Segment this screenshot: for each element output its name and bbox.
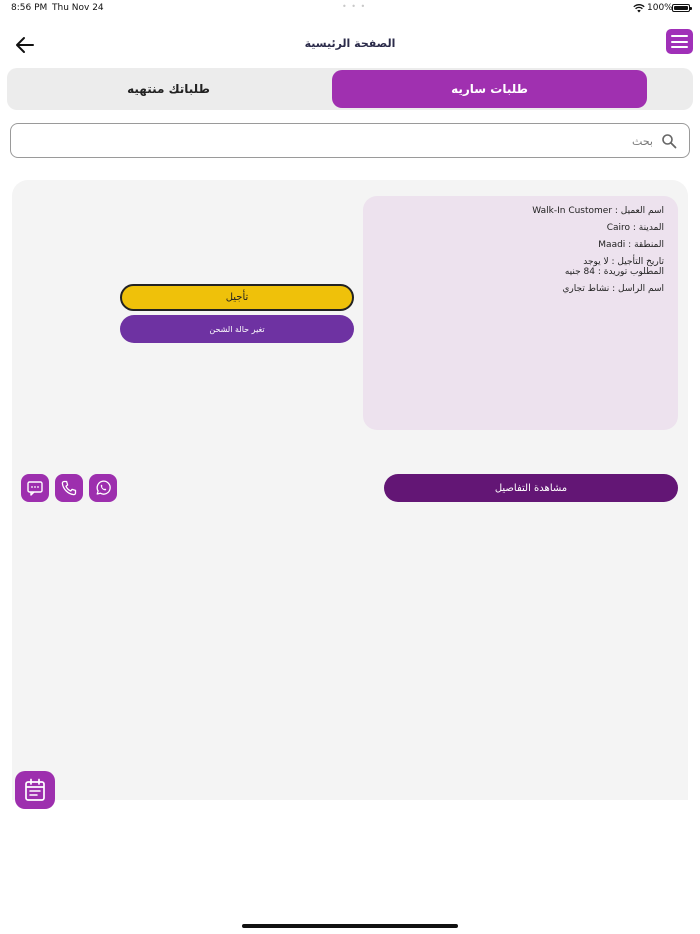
call-button[interactable]	[55, 474, 83, 502]
search-bar	[10, 123, 690, 158]
city: المدينة : Cairo	[606, 223, 664, 233]
view-details-button[interactable]: مشاهدة التفاصيل	[384, 474, 678, 502]
status-date: Thu Nov 24	[52, 3, 104, 13]
whatsapp-button[interactable]	[89, 474, 117, 502]
battery-percent: 100%	[647, 3, 673, 13]
customer-name: اسم العميل : Walk-In Customer	[532, 206, 664, 216]
area: المنطقة : Maadi	[598, 240, 664, 250]
arrow-left-icon[interactable]	[14, 34, 36, 56]
message-button[interactable]	[21, 474, 49, 502]
phone-icon	[61, 480, 77, 496]
tab-active-orders[interactable]: طلبات ساريه	[332, 70, 647, 108]
status-time: 8:56 PM	[11, 3, 48, 13]
amount-due: المطلوب توريدة : 84 جنيه	[564, 267, 664, 277]
sender-name: اسم الراسل : نشاط تجاري	[562, 284, 664, 294]
order-info-card: اسم العميل : Walk-In Customer المدينة : …	[363, 196, 678, 430]
page-title: الصفحة الرئيسية	[304, 37, 396, 50]
postpone-button[interactable]: تأجيل	[120, 284, 354, 311]
home-indicator[interactable]	[242, 924, 458, 928]
postpone-date: تاريخ التأجيل : لا يوجد	[583, 257, 664, 267]
message-icon	[27, 481, 43, 496]
wifi-icon	[633, 4, 645, 13]
battery-icon	[672, 4, 692, 12]
tab-finished-orders[interactable]: طلباتك منتهيه	[11, 70, 326, 108]
search-input[interactable]	[53, 130, 653, 152]
calendar-button[interactable]	[15, 771, 55, 809]
order-tabs: طلباتك منتهيه طلبات ساريه	[7, 68, 693, 110]
status-bar: 8:56 PM Thu Nov 24 • • • 100%	[0, 0, 700, 18]
hamburger-menu-icon[interactable]	[666, 29, 693, 54]
calendar-icon	[25, 778, 45, 801]
multitask-dots-icon: • • •	[342, 2, 367, 11]
change-shipping-status-button[interactable]: تغير حالة الشحن	[120, 315, 354, 343]
search-icon	[662, 134, 677, 149]
whatsapp-icon	[96, 480, 111, 495]
